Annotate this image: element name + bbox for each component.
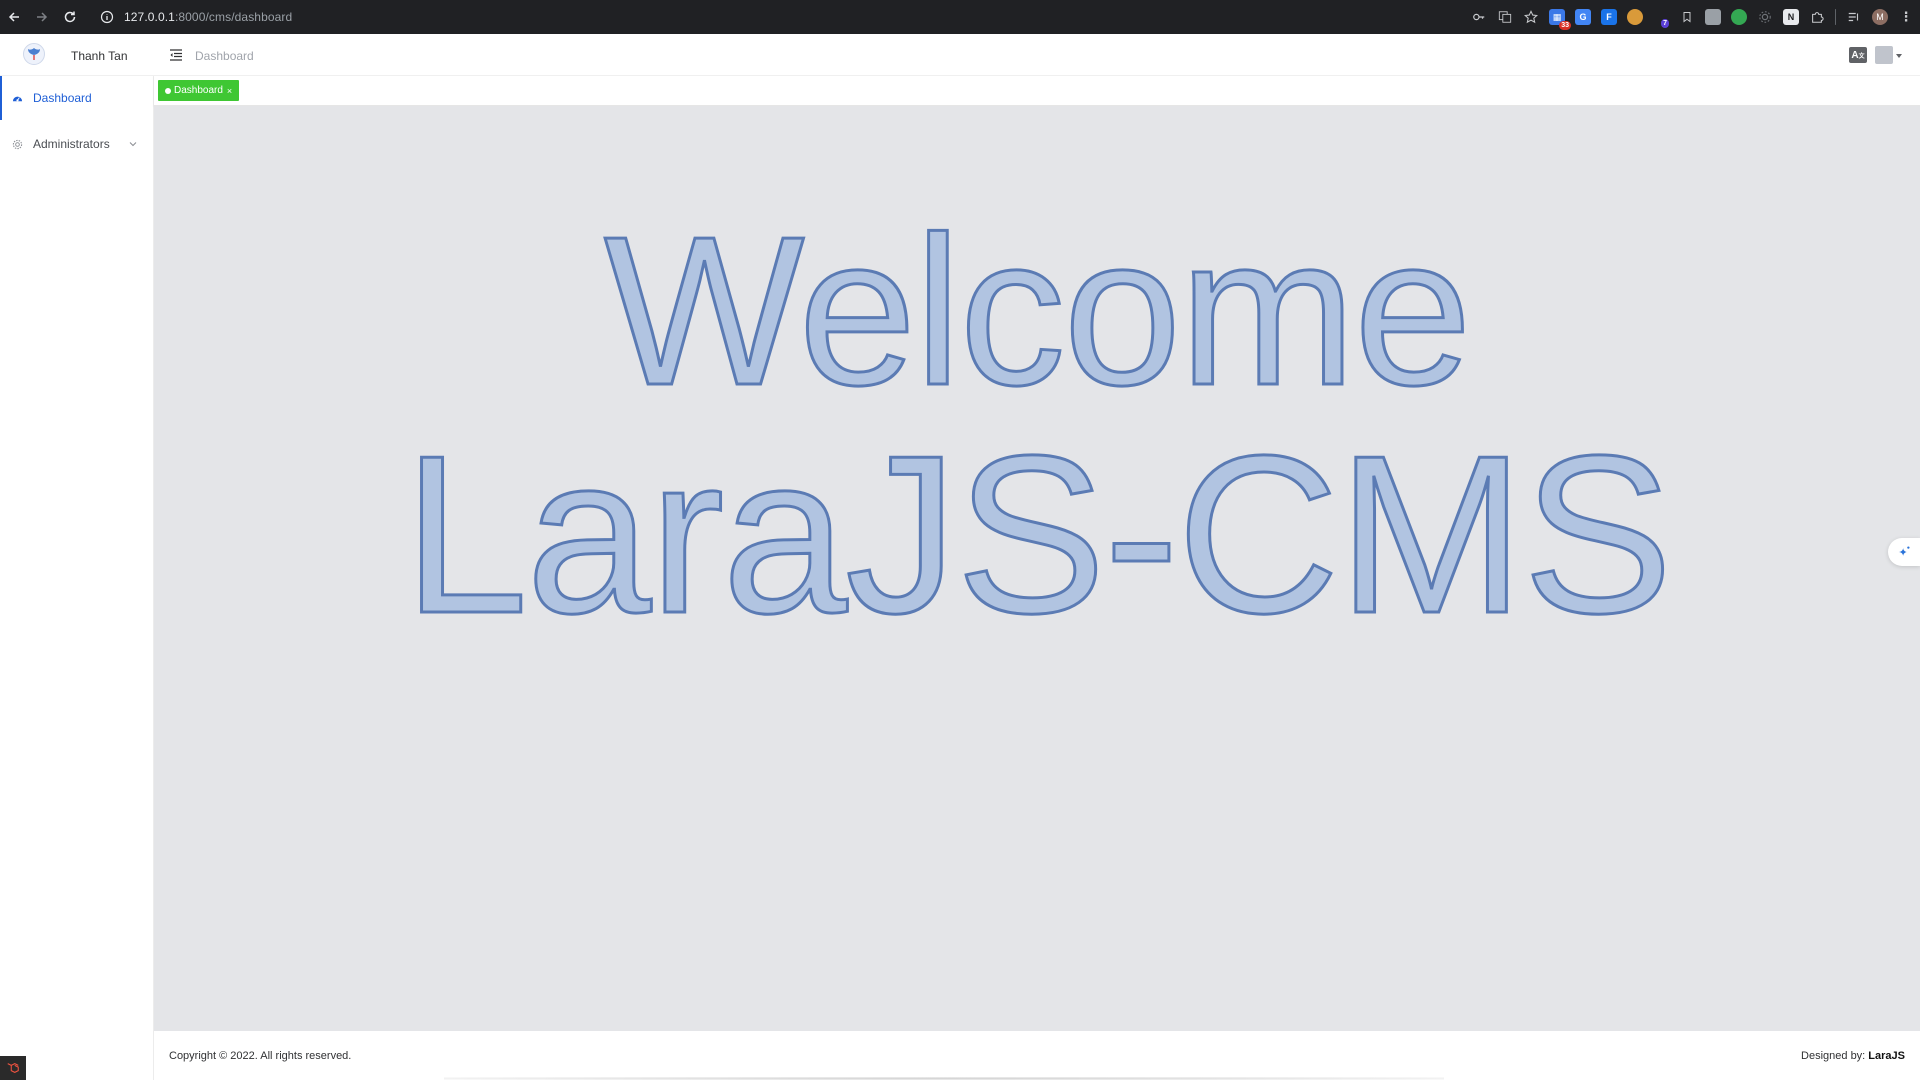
designed-by: Designed by: LaraJS bbox=[1801, 1050, 1905, 1062]
extension-badge: 33 bbox=[1559, 21, 1571, 30]
extension-green-icon[interactable] bbox=[1731, 9, 1747, 25]
hamburger-button[interactable] bbox=[169, 48, 183, 62]
reload-button[interactable] bbox=[56, 3, 84, 31]
browser-toolbar: 127.0.0.1:8000/cms/dashboard ▦ 33 G F 7 N… bbox=[0, 0, 1920, 34]
sparkle-icon bbox=[1898, 546, 1910, 557]
chevron-down-icon bbox=[129, 142, 137, 147]
language-icon-text: A bbox=[1851, 49, 1859, 61]
app-logo[interactable] bbox=[22, 42, 46, 66]
extension-badge: 7 bbox=[1661, 19, 1669, 28]
language-icon-sup: 文 bbox=[1858, 53, 1865, 60]
laravel-icon bbox=[7, 1063, 19, 1073]
extension-f-icon[interactable]: F bbox=[1601, 9, 1617, 25]
sidebar-item-label: Dashboard bbox=[33, 91, 92, 105]
floating-assistant-button[interactable] bbox=[1888, 538, 1920, 566]
app-header: Thanh Tan Dashboard A文 bbox=[0, 34, 1920, 76]
arrow-left-icon bbox=[8, 12, 19, 22]
extension-n-icon[interactable]: N bbox=[1783, 9, 1799, 25]
tag-dashboard[interactable]: Dashboard × bbox=[158, 80, 240, 101]
designed-by-brand[interactable]: LaraJS bbox=[1868, 1050, 1905, 1062]
extension-calendar-icon[interactable]: ▦ 33 bbox=[1549, 9, 1571, 30]
sidebar-item-administrators[interactable]: Administrators bbox=[0, 122, 154, 166]
copyright-text: Copyright © 2022. All rights reserved. bbox=[169, 1050, 352, 1062]
extensions-area: ▦ 33 G F 7 N M ⋮ bbox=[1471, 5, 1914, 30]
dashboard-icon bbox=[12, 96, 23, 101]
active-indicator bbox=[0, 76, 2, 120]
reload-icon bbox=[64, 11, 76, 23]
footer: Copyright © 2022. All rights reserved. D… bbox=[154, 1031, 1920, 1080]
welcome-heading: Welcome bbox=[603, 192, 1474, 429]
arrow-right-icon bbox=[37, 12, 48, 22]
extension-translate-icon[interactable]: G bbox=[1575, 9, 1591, 25]
tags-view: Dashboard × bbox=[154, 76, 1920, 106]
main-content: Welcome LaraJS-CMS bbox=[154, 106, 1920, 1031]
tag-label: Dashboard bbox=[174, 85, 223, 96]
forward-button[interactable] bbox=[28, 3, 56, 31]
extensions-puzzle-icon[interactable] bbox=[1809, 9, 1825, 25]
designed-by-label: Designed by: bbox=[1801, 1050, 1869, 1062]
user-name: Thanh Tan bbox=[71, 49, 128, 63]
translate-icon[interactable] bbox=[1497, 9, 1513, 25]
sidebar-item-label: Administrators bbox=[33, 137, 110, 151]
laravel-logo-icon[interactable] bbox=[0, 1056, 26, 1080]
user-avatar[interactable] bbox=[1875, 46, 1893, 64]
sidebar: Dashboard Administrators bbox=[0, 76, 154, 1080]
tag-active-dot bbox=[165, 87, 171, 94]
password-key-icon[interactable] bbox=[1471, 9, 1487, 25]
url-text: 127.0.0.1:8000/cms/dashboard bbox=[124, 10, 292, 24]
close-icon[interactable]: × bbox=[227, 86, 232, 96]
address-bar[interactable]: 127.0.0.1:8000/cms/dashboard bbox=[90, 4, 1520, 30]
welcome-subheading: LaraJS-CMS bbox=[402, 408, 1675, 660]
url-path: :8000/cms/dashboard bbox=[174, 10, 293, 24]
language-icon[interactable]: A文 bbox=[1849, 47, 1867, 63]
extension-cookie-icon[interactable] bbox=[1627, 9, 1643, 25]
back-button[interactable] bbox=[0, 3, 28, 31]
gear-icon bbox=[12, 139, 23, 149]
extension-gear-icon[interactable] bbox=[1757, 9, 1773, 25]
media-control-icon[interactable] bbox=[1846, 9, 1862, 25]
extension-purple-icon[interactable]: 7 bbox=[1653, 9, 1669, 28]
extension-contact-icon[interactable] bbox=[1705, 9, 1721, 25]
sidebar-item-dashboard[interactable]: Dashboard bbox=[0, 76, 154, 120]
bookmark-star-icon[interactable] bbox=[1523, 9, 1539, 25]
site-info-icon[interactable] bbox=[100, 10, 114, 24]
profile-avatar[interactable]: M bbox=[1872, 9, 1888, 25]
logo-icon bbox=[23, 43, 45, 65]
breadcrumb[interactable]: Dashboard bbox=[195, 49, 254, 63]
divider bbox=[1835, 9, 1836, 25]
menu-fold-icon bbox=[170, 49, 182, 61]
bookmark-icon[interactable] bbox=[1679, 9, 1695, 25]
caret-down-icon[interactable] bbox=[1896, 54, 1902, 58]
url-host: 127.0.0.1 bbox=[124, 10, 175, 24]
browser-menu-icon[interactable]: ⋮ bbox=[1898, 9, 1914, 25]
